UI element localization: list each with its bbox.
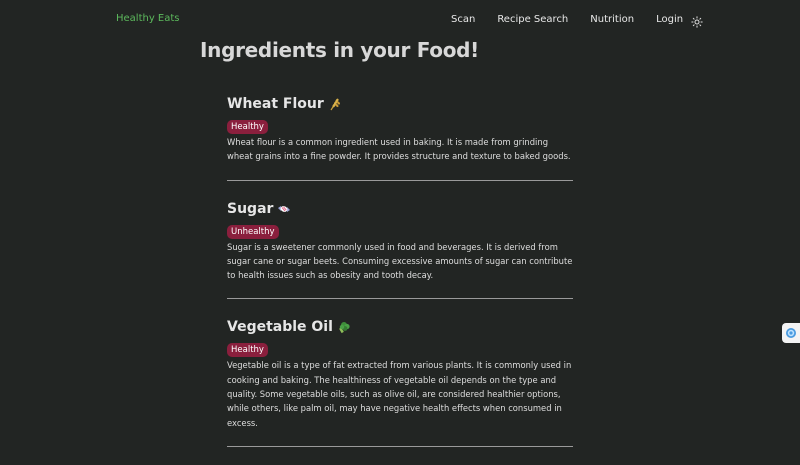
ingredient-name: Vegetable Oil bbox=[227, 319, 333, 336]
nav-link-scan[interactable]: Scan bbox=[451, 14, 475, 25]
ingredient-description: Sugar is a sweetener commonly used in fo… bbox=[227, 241, 573, 281]
ingredient-title: Sugar bbox=[227, 199, 573, 219]
status-badge: Healthy bbox=[227, 343, 268, 358]
page-title: Ingredients in your Food! bbox=[200, 38, 479, 62]
nav-link-nutrition[interactable]: Nutrition bbox=[590, 14, 634, 25]
nav-link-login[interactable]: Login bbox=[656, 14, 683, 25]
ingredient-description: Wheat flour is a common ingredient used … bbox=[227, 137, 571, 162]
ingredient-title: Wheat Flour bbox=[227, 94, 573, 114]
assistant-widget-button[interactable] bbox=[782, 323, 800, 343]
status-badge: Unhealthy bbox=[227, 224, 279, 239]
ingredient-item: Sugar Unhealthy Sugar is a sweetener com… bbox=[227, 199, 573, 300]
assistant-icon bbox=[785, 324, 797, 343]
nav-link-recipe-search[interactable]: Recipe Search bbox=[497, 14, 568, 25]
status-badge: Healthy bbox=[227, 120, 268, 134]
ingredient-item: Vegetable Oil Healthy Vegetable oil is a… bbox=[227, 317, 573, 447]
brand-link[interactable]: Healthy Eats bbox=[116, 13, 180, 24]
ingredient-list: Wheat Flour Healthy Wheat flour is a com… bbox=[227, 94, 573, 465]
wheat-icon bbox=[328, 97, 342, 111]
nav-links: Scan Recipe Search Nutrition Login bbox=[451, 13, 703, 28]
ingredient-title: Vegetable Oil bbox=[227, 317, 573, 337]
sun-icon[interactable] bbox=[691, 13, 703, 28]
ingredient-item: Wheat Flour Healthy Wheat flour is a com… bbox=[227, 94, 573, 181]
broccoli-icon bbox=[337, 320, 351, 334]
ingredient-description: Vegetable oil is a type of fat extracted… bbox=[227, 360, 572, 428]
navbar: Healthy Eats Scan Recipe Search Nutritio… bbox=[0, 0, 800, 40]
ingredient-name: Sugar bbox=[227, 200, 274, 217]
ingredient-name: Wheat Flour bbox=[227, 96, 324, 112]
candy-icon bbox=[277, 202, 291, 216]
